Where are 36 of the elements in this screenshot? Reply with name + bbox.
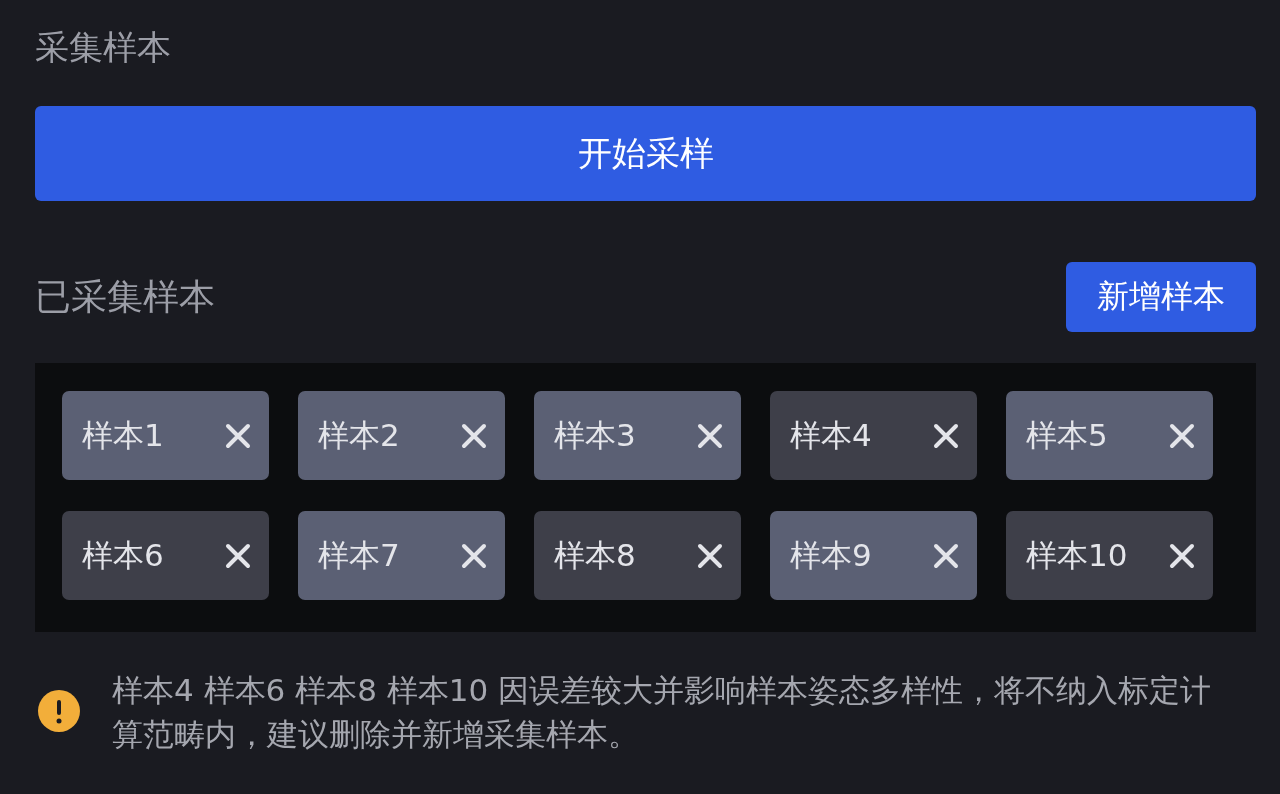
close-icon[interactable] <box>697 542 723 569</box>
close-icon[interactable] <box>933 422 959 449</box>
sample-tag[interactable]: 样本5 <box>1006 391 1213 480</box>
sample-label: 样本10 <box>1026 535 1128 575</box>
section-title: 采集样本 <box>35 26 172 69</box>
warning-message: 样本4 样本6 样本8 样本10 因误差较大并影响样本姿态多样性，将不纳入标定计算范畴内，建议删除并新增采集样本。 <box>112 671 1213 754</box>
sample-tag[interactable]: 样本7 <box>298 511 505 600</box>
sample-label: 样本4 <box>790 415 872 455</box>
sample-tag[interactable]: 样本1 <box>62 391 269 480</box>
sample-tag[interactable]: 样本9 <box>770 511 977 600</box>
start-sampling-button[interactable]: 开始采样 <box>35 106 1256 201</box>
sample-label: 样本1 <box>82 415 164 455</box>
sample-tag[interactable]: 样本4 <box>770 391 977 480</box>
sample-label: 样本2 <box>318 415 400 455</box>
sample-tag[interactable]: 样本8 <box>534 511 741 600</box>
add-sample-button[interactable]: 新增样本 <box>1066 262 1256 332</box>
sample-label: 样本5 <box>1026 415 1108 455</box>
sample-label: 样本9 <box>790 535 872 575</box>
section-title: 已采集样本 <box>35 274 215 319</box>
close-icon[interactable] <box>225 422 251 449</box>
sample-label: 样本6 <box>82 535 164 575</box>
close-icon[interactable] <box>1169 542 1195 569</box>
sample-label: 样本8 <box>554 535 636 575</box>
sample-tag[interactable]: 样本10 <box>1006 511 1213 600</box>
close-icon[interactable] <box>1169 422 1195 449</box>
sample-label: 样本7 <box>318 535 400 575</box>
sample-tag[interactable]: 样本2 <box>298 391 505 480</box>
close-icon[interactable] <box>225 542 251 569</box>
close-icon[interactable] <box>461 542 487 569</box>
close-icon[interactable] <box>461 422 487 449</box>
sample-label: 样本3 <box>554 415 636 455</box>
sample-tag[interactable]: 样本6 <box>62 511 269 600</box>
close-icon[interactable] <box>697 422 723 449</box>
close-icon[interactable] <box>933 542 959 569</box>
sample-tag[interactable]: 样本3 <box>534 391 741 480</box>
warning-icon <box>38 690 80 732</box>
